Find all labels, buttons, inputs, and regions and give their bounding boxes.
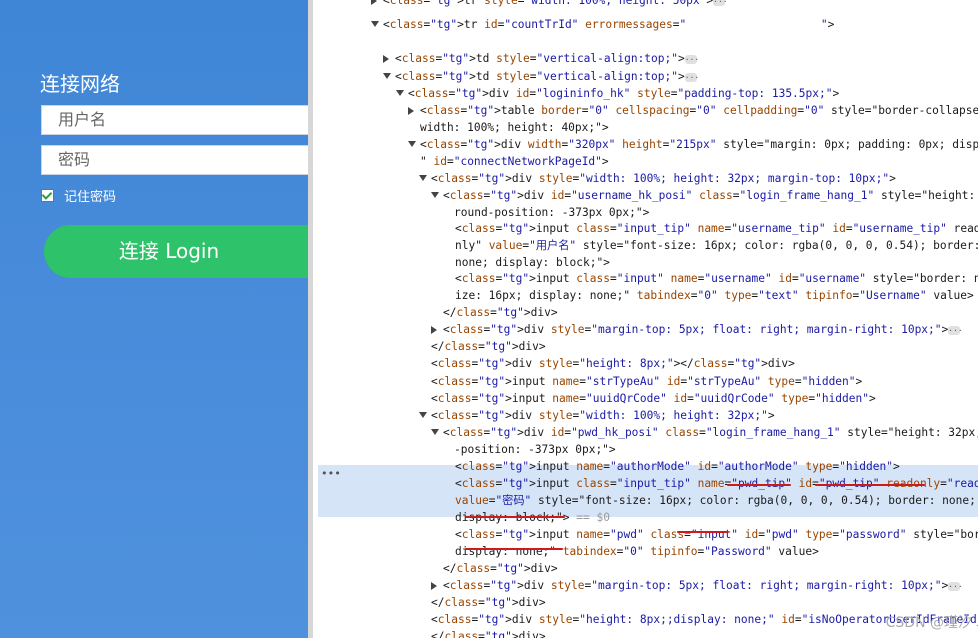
expand-toggle-icon[interactable] (408, 107, 414, 115)
dom-tree-line[interactable]: <class="tg">input name="uuidQrCode" id="… (431, 390, 876, 407)
collapsed-content-icon[interactable]: ··· (948, 325, 963, 335)
dom-tree-line[interactable]: display: none;" tabindex="0" tipinfo="Pa… (455, 543, 819, 560)
login-panel: 连接网络 用户名 密码 记住密码 连接 Login (0, 0, 308, 638)
dom-tree-line[interactable]: <class="tg">div style="width: 100%; heig… (431, 407, 775, 424)
expand-toggle-icon[interactable] (396, 90, 404, 96)
dom-tree-line[interactable]: nly" value="用户名" style="font-size: 16px;… (455, 237, 978, 254)
remember-label: 记住密码 (64, 190, 117, 205)
dom-tree-line[interactable]: </class="tg">div> (443, 560, 558, 577)
annotation-underline (465, 548, 563, 550)
annotation-underline (677, 531, 729, 533)
dom-tree-line[interactable]: round-position: -373px 0px;"> (454, 204, 649, 221)
login-title: 连接网络 (40, 72, 120, 96)
dom-tree-line[interactable]: <class="tg">input name="strTypeAu" id="s… (431, 373, 862, 390)
dom-tree-line[interactable]: <class="tg">div style="width: 100%; heig… (431, 170, 896, 187)
expand-toggle-icon[interactable] (431, 326, 437, 334)
dom-tree-line[interactable]: <class="tg">td style="vertical-align:top… (395, 50, 699, 67)
collapsed-content-icon[interactable]: ··· (713, 0, 728, 6)
dom-tree-line[interactable]: <class="tg">input name="authorMode" id="… (455, 458, 900, 475)
dom-tree-line[interactable]: </class="tg">div> (431, 594, 546, 611)
dom-tree-line[interactable]: <class="tg">input class="input" name="us… (455, 270, 978, 287)
dom-tree-line[interactable]: <class="tg">div style="margin-top: 5px; … (443, 577, 963, 594)
dom-tree-line[interactable]: <class="tg">td style="vertical-align:top… (395, 68, 699, 85)
dom-tree-line[interactable]: none; display: block;"> (455, 254, 610, 271)
password-field[interactable]: 密码 (41, 145, 308, 175)
dom-tree-line[interactable]: -position: -373px 0px;"> (454, 441, 616, 458)
dom-tree-line[interactable]: width: 100%; height: 40px;"> (420, 119, 609, 136)
username-field[interactable]: 用户名 (41, 105, 308, 135)
dom-tree-line[interactable]: </class="tg">div> (431, 628, 546, 638)
connect-login-button[interactable]: 连接 Login (44, 225, 308, 278)
expand-toggle-icon[interactable] (431, 429, 439, 435)
dom-tree-line[interactable]: <class="tg">tr id="countTrId" errormessa… (383, 16, 834, 33)
dom-tree-line[interactable]: <class="tg">div width="320px" height="21… (420, 136, 978, 153)
annotation-underline (465, 516, 565, 518)
dom-tree-line[interactable]: value="密码" style="font-size: 16px; color… (455, 492, 976, 509)
expand-toggle-icon[interactable] (371, 21, 379, 27)
expand-toggle-icon[interactable] (371, 0, 377, 5)
dom-tree-line[interactable]: <class="tg">table border="0" cellspacing… (420, 102, 978, 119)
expand-toggle-icon[interactable] (383, 55, 389, 63)
dom-tree-line[interactable]: " id="connectNetworkPageId"> (420, 153, 609, 170)
collapsed-content-icon[interactable]: ··· (684, 54, 699, 64)
expand-toggle-icon[interactable] (383, 73, 391, 79)
remember-password[interactable]: 记住密码 (41, 186, 116, 205)
collapsed-content-icon[interactable]: ··· (684, 72, 699, 82)
dom-tree-line[interactable]: ize: 16px; display: none;" tabindex="0" … (455, 287, 974, 304)
annotation-underline (727, 484, 791, 486)
collapsed-content-icon[interactable]: ··· (948, 581, 963, 591)
remember-checkbox[interactable] (41, 189, 54, 202)
connect-button-label: 连接 Login (118, 239, 220, 263)
dom-tree-line[interactable]: <class="tg">div id="pwd_hk_posi" class="… (443, 424, 978, 441)
dom-tree-line[interactable]: <class="tg">div style="margin-top: 5px; … (443, 321, 963, 338)
expand-toggle-icon[interactable] (431, 192, 439, 198)
dom-tree-line[interactable]: <class="tg">tr style="width: 100%; heigh… (383, 0, 728, 9)
dom-tree-line[interactable]: <class="tg">div id="logininfo_hk" style=… (408, 85, 839, 102)
expand-toggle-icon[interactable] (408, 141, 416, 147)
dom-tree-line[interactable]: <class="tg">input class="input_tip" name… (455, 220, 978, 237)
dom-tree-line[interactable]: <class="tg">input name="pwd" class="inpu… (455, 526, 978, 543)
expand-toggle-icon[interactable] (431, 582, 437, 590)
annotation-underline (815, 484, 925, 486)
expand-toggle-icon[interactable] (419, 175, 427, 181)
watermark: CSDN @瑾汐 (885, 615, 972, 631)
node-actions-icon[interactable]: ••• (321, 467, 341, 480)
dom-tree-line[interactable]: <class="tg">div style="height: 8px;"></c… (431, 355, 795, 372)
dom-tree-line[interactable]: </class="tg">div> (443, 304, 558, 321)
dom-tree-line[interactable]: <class="tg">div id="username_hk_posi" cl… (443, 187, 978, 204)
dom-tree-line[interactable]: </class="tg">div> (431, 338, 546, 355)
devtools-elements-panel: ••• <class="tg">tr style="width: 100%; h… (308, 0, 978, 638)
expand-toggle-icon[interactable] (419, 412, 427, 418)
